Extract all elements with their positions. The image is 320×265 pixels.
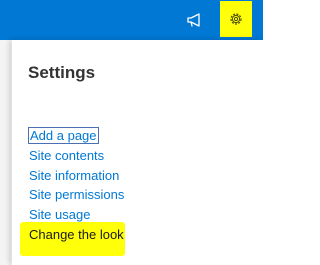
menu-item-label: Site permissions [29, 187, 125, 203]
menu-item-label: Site contents [29, 147, 105, 163]
add-a-page-link[interactable]: Add a page [28, 126, 125, 146]
panel-title: Settings [28, 63, 96, 82]
site-permissions-link[interactable]: Site permissions [28, 185, 125, 205]
site-contents-link[interactable]: Site contents [28, 146, 125, 166]
gear-icon [228, 11, 244, 27]
suite-header [0, 0, 263, 40]
menu-item-label: Site information [29, 167, 120, 183]
menu-item-label: Add a page [28, 127, 99, 144]
settings-button[interactable] [220, 1, 252, 37]
site-information-link[interactable]: Site information [28, 166, 125, 186]
settings-menu: Add a page Site contents Site informatio… [28, 126, 125, 245]
settings-panel: Settings Add a page Site contents Site i… [12, 40, 263, 265]
megaphone-icon[interactable] [185, 10, 205, 30]
site-usage-link[interactable]: Site usage [28, 205, 125, 225]
menu-item-label: Site usage [29, 207, 91, 223]
page: Settings Add a page Site contents Site i… [0, 0, 263, 265]
menu-item-label: Change the look [29, 226, 124, 242]
change-the-look-link[interactable]: Change the look [28, 225, 125, 245]
